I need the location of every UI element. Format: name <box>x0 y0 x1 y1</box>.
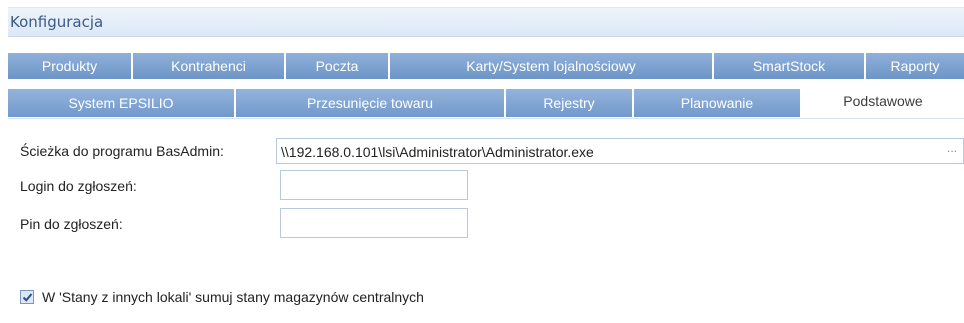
basadmin-path-label: Ścieżka do programu BasAdmin: <box>20 143 224 159</box>
basadmin-path-field[interactable]: \\192.168.0.101\lsi\Administrator\Admini… <box>276 138 964 164</box>
tab-karty-system[interactable]: Karty/System lojalnościowy <box>390 53 714 79</box>
tab-strip-row-1: Produkty Kontrahenci Poczta Karty/System… <box>8 53 964 79</box>
sum-central-stock-label: W 'Stany z innych lokali' sumuj stany ma… <box>42 289 424 305</box>
tab-raporty[interactable]: Raporty <box>866 53 964 79</box>
login-label: Login do zgłoszeń: <box>20 178 137 194</box>
tab-produkty[interactable]: Produkty <box>8 53 133 79</box>
config-window: Konfiguracja Produkty Kontrahenci Poczta… <box>0 0 964 323</box>
tab-rejestry[interactable]: Rejestry <box>506 89 634 117</box>
checkmark-icon <box>22 293 33 302</box>
tab-podstawowe[interactable]: Podstawowe <box>802 87 964 117</box>
title-bar: Konfiguracja <box>8 7 964 37</box>
pin-field[interactable] <box>280 208 468 238</box>
tab-przesuniecie-towaru[interactable]: Przesunięcie towaru <box>236 89 506 117</box>
sum-central-stock-checkbox[interactable] <box>20 290 34 304</box>
tab-system-epsilio[interactable]: System EPSILIO <box>8 89 236 117</box>
tab-planowanie[interactable]: Planowanie <box>634 89 802 117</box>
pin-label: Pin do zgłoszeń: <box>20 216 123 232</box>
tab-kontrahenci[interactable]: Kontrahenci <box>133 53 286 79</box>
tab-strip-row-2: System EPSILIO Przesunięcie towaru Rejes… <box>8 87 964 117</box>
basadmin-path-value: \\192.168.0.101\lsi\Administrator\Admini… <box>281 144 594 160</box>
tab-poczta[interactable]: Poczta <box>286 53 390 79</box>
browse-button[interactable]: ... <box>947 141 957 155</box>
window-title: Konfiguracja <box>10 13 104 31</box>
tab-smartstock[interactable]: SmartStock <box>714 53 866 79</box>
login-field[interactable] <box>280 170 468 200</box>
